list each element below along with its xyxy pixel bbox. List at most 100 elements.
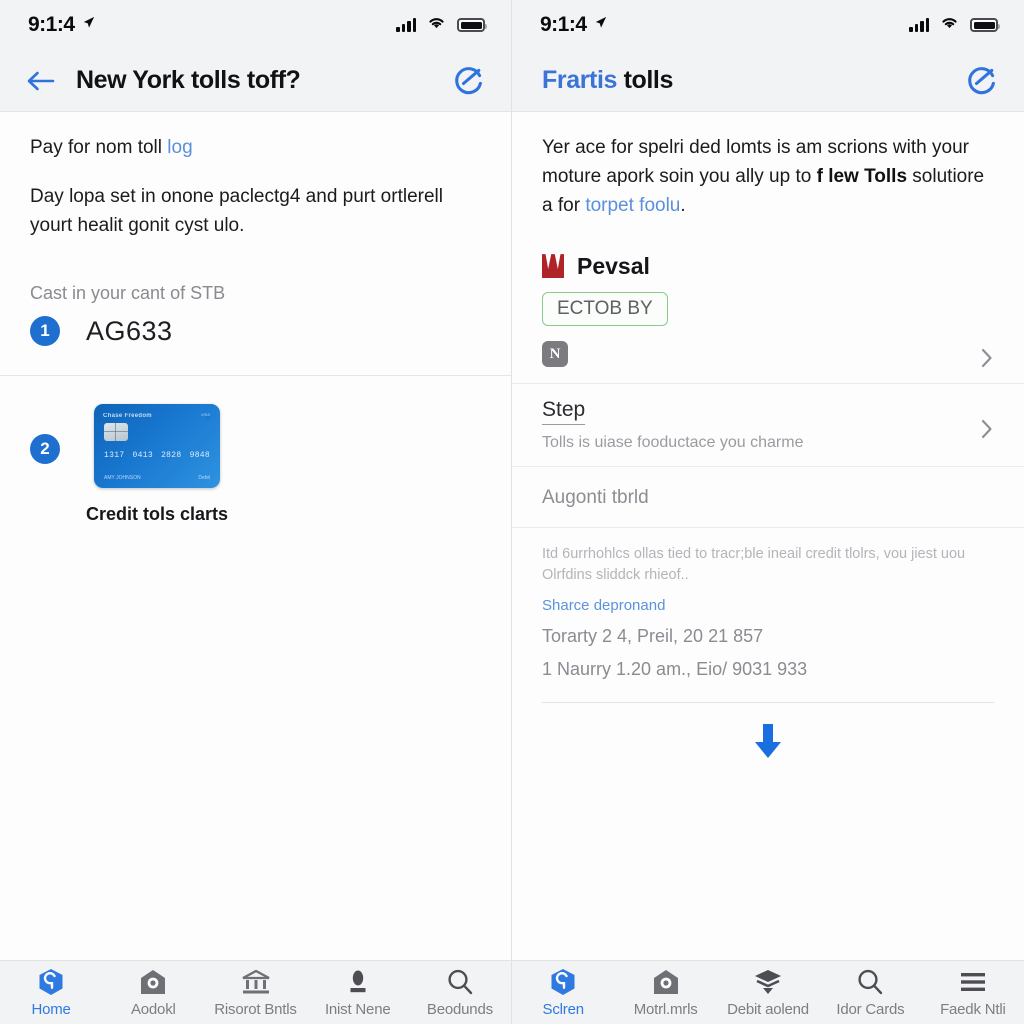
right-nav-bar: Frartis tolls: [512, 50, 1024, 112]
bank-building-icon: [240, 967, 272, 997]
tab-label: Inist Nene: [324, 1001, 391, 1018]
left-phone-screen: 9:1:4 New York tolls toff? Pay for nom t…: [0, 0, 512, 1024]
step-row-text: Step Tolls is uiase fooductace you charm…: [542, 398, 964, 452]
card-caption: Credit tols clarts: [86, 503, 229, 524]
left-nav-bar: New York tolls toff?: [0, 50, 511, 112]
left-status-bar: 9:1:4: [0, 0, 511, 50]
status-time-group: 9:1:4: [28, 13, 96, 37]
app-home-icon: [548, 967, 578, 997]
tab-idor-cards[interactable]: Idor Cards: [819, 967, 921, 1018]
step-one-row: 1 AG633: [0, 304, 511, 347]
intro-bold: f lew Tolls: [816, 165, 908, 187]
tab-label: Aodokl: [130, 1001, 176, 1018]
card-brand-label: Chase Freedom: [103, 412, 152, 419]
sync-icon[interactable]: [451, 63, 487, 99]
right-content: Yer ace for spelri ded lomts is am scrio…: [512, 112, 1024, 960]
app-tile-row[interactable]: N: [512, 326, 1024, 384]
intro-link[interactable]: log: [167, 137, 192, 158]
intro-tail: .: [680, 194, 686, 216]
page-title: New York tolls toff?: [76, 66, 301, 94]
search-icon: [855, 967, 885, 997]
tab-label: Sclren: [542, 1001, 585, 1018]
tab-aodokl[interactable]: Aodokl: [102, 967, 204, 1018]
cellular-signal-icon: [909, 18, 929, 32]
battery-icon: [970, 18, 1000, 32]
step-row[interactable]: Step Tolls is uiase fooductace you charm…: [512, 384, 1024, 467]
status-badge: ECTOB BY: [542, 291, 668, 326]
tab-risorot-bntls[interactable]: Risorot Bntls: [204, 967, 306, 1018]
menu-hamburger-icon: [958, 967, 988, 997]
camera-home-icon: [138, 967, 168, 997]
credit-card-group[interactable]: Chase Freedom VISA 1317 0413 2828 9848 A…: [86, 403, 229, 525]
step-code-value: AG633: [86, 315, 173, 346]
location-arrow-icon: [81, 12, 96, 36]
card-number-group: 1317: [104, 450, 125, 460]
app-home-icon: [36, 967, 66, 997]
status-time-group: 9:1:4: [540, 13, 608, 37]
page-title-rest: tolls: [623, 66, 674, 94]
card-holder-name: AMY JOHNSON: [104, 474, 141, 481]
chevron-right-icon: [980, 418, 994, 438]
wifi-icon: [940, 15, 959, 35]
tab-label: Beodunds: [426, 1001, 493, 1018]
fine-print-text: Itd 6urrhohlcs ollas tied to tracr;ble i…: [542, 545, 966, 584]
meta-line: Torarty 2 4, Preil, 20 21 857: [542, 626, 764, 647]
page-title-accent: Frartis: [542, 66, 618, 94]
step-row-subtitle: Tolls is uiase fooductace you charme: [542, 433, 804, 451]
tab-motrlmrls[interactable]: Motrl.mrls: [614, 967, 716, 1018]
sync-icon[interactable]: [964, 63, 1000, 99]
chevron-right-icon: [980, 347, 994, 368]
tab-label: Faedk Ntli: [940, 1001, 1006, 1018]
left-content: Pay for nom toll log Day lopa set in ono…: [0, 112, 511, 960]
card-number-group: 2828: [161, 450, 182, 460]
wells-fargo-logo-icon: [542, 254, 564, 279]
tab-inist-nene[interactable]: Inist Nene: [307, 967, 409, 1018]
tab-label: Idor Cards: [836, 1001, 905, 1018]
search-icon: [445, 967, 475, 997]
tab-label: Home: [31, 1001, 71, 1018]
tab-faedk-ntli[interactable]: Faedk Ntli: [922, 967, 1024, 1018]
back-arrow-icon[interactable]: [24, 64, 58, 98]
page-title: Frartis tolls: [542, 66, 964, 95]
cellular-signal-icon: [396, 18, 416, 32]
battery-icon: [457, 18, 487, 32]
intro-text: Pay for nom toll: [30, 137, 162, 158]
tab-sclren[interactable]: Sclren: [512, 967, 614, 1018]
tab-label: Risorot Bntls: [214, 1001, 297, 1018]
brand-row: Pevsal: [512, 221, 1024, 280]
step-number-badge: 2: [30, 433, 60, 464]
step-two-row: 2 Chase Freedom VISA 1317 0413 2828 9848…: [0, 376, 511, 525]
meta-line: 1 Naurry 1.20 am., Eio/ 9031 933: [542, 659, 808, 680]
intro-line: Pay for nom toll log: [0, 112, 511, 163]
fine-print-link[interactable]: Sharce depronand: [512, 587, 1024, 614]
card-number-group: 0413: [132, 450, 153, 460]
step-number-badge: 1: [30, 316, 60, 347]
step-row-title: Step: [542, 398, 586, 425]
layers-icon: [752, 967, 784, 997]
left-tab-bar: Home Aodokl Risorot Bntls Inist Nene Beo…: [0, 960, 511, 1024]
download-arrow-icon[interactable]: [512, 703, 1024, 761]
sub-section-heading: Augonti tbrld: [512, 467, 1024, 528]
status-time: 9:1:4: [28, 13, 75, 36]
camera-home-icon: [651, 967, 681, 997]
credit-card-image: Chase Freedom VISA 1317 0413 2828 9848 A…: [94, 403, 221, 488]
tab-label: Debit aolend: [727, 1001, 809, 1018]
tab-beodunds[interactable]: Beodunds: [409, 967, 511, 1018]
tab-home[interactable]: Home: [0, 967, 102, 1018]
tab-debit-aolend[interactable]: Debit aolend: [717, 967, 819, 1018]
status-time: 9:1:4: [540, 13, 587, 36]
card-network-label: Debit: [198, 474, 211, 481]
brand-name: Pevsal: [577, 252, 650, 279]
card-number: 1317 0413 2828 9848: [104, 451, 210, 460]
status-icon-group: [396, 15, 487, 35]
section-label: Cast in your cant of STB: [30, 282, 226, 303]
card-mark-label: VISA: [200, 411, 211, 417]
card-footer: AMY JOHNSON Debit: [104, 475, 210, 481]
intro-link[interactable]: torpet foolu: [585, 195, 680, 216]
card-number-group: 9848: [189, 450, 211, 460]
description-paragraph: Day lopa set in onone paclectg4 and purt…: [30, 185, 443, 236]
dual-screen-container: 9:1:4 New York tolls toff? Pay for nom t…: [0, 0, 1024, 1024]
right-phone-screen: 9:1:4 Frartis tolls Yer ace for spelri d…: [512, 0, 1024, 1024]
right-tab-bar: Sclren Motrl.mrls Debit aolend Idor Card…: [512, 960, 1024, 1024]
card-network-mark: VISA: [201, 412, 210, 418]
